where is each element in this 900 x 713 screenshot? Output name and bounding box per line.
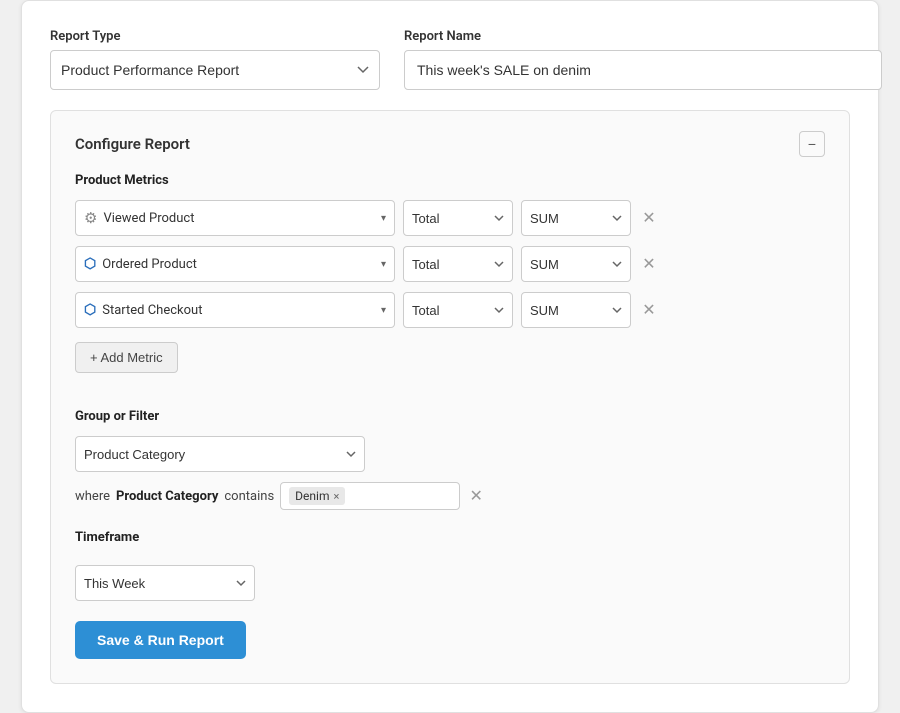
metric-row-3: ⬡ Started Checkout ▾ Started Checkout To… (75, 292, 825, 328)
tag-remove-icon[interactable]: × (333, 490, 339, 503)
filter-field-name: Product Category (116, 489, 218, 504)
tag-value: Denim (295, 489, 329, 503)
timeframe-section: Timeframe This WeekLast WeekLast 30 Days… (75, 530, 825, 601)
report-name-group: Report Name (404, 29, 882, 90)
filter-tag-input[interactable]: Denim × (280, 482, 460, 510)
aggregation-select-3[interactable]: TotalAverageCount (403, 292, 513, 328)
report-type-group: Report Type Product Performance ReportCu… (50, 29, 380, 90)
function-select-3[interactable]: SUMAVGMINMAX (521, 292, 631, 328)
timeframe-select[interactable]: This WeekLast WeekLast 30 DaysLast 90 Da… (75, 565, 255, 601)
metric-select-ordered[interactable]: ⬡ Ordered Product ▾ Ordered Product (75, 246, 395, 282)
metric-row-2: ⬡ Ordered Product ▾ Ordered Product Tota… (75, 246, 825, 282)
report-builder-card: Report Type Product Performance ReportCu… (21, 0, 879, 713)
timeframe-label: Timeframe (75, 530, 825, 545)
collapse-icon: − (808, 136, 816, 152)
product-metrics-label: Product Metrics (75, 173, 825, 188)
collapse-button[interactable]: − (799, 131, 825, 157)
group-filter-section: Group or Filter Product CategoryProduct … (75, 409, 825, 510)
function-select-2[interactable]: SUMAVGMINMAX (521, 246, 631, 282)
where-text: where (75, 489, 110, 504)
aggregation-select-2[interactable]: TotalAverageCount (403, 246, 513, 282)
metric-select-checkout[interactable]: ⬡ Started Checkout ▾ Started Checkout (75, 292, 395, 328)
where-row: where Product Category contains Denim × … (75, 482, 825, 510)
contains-text: contains (224, 489, 274, 504)
top-row: Report Type Product Performance ReportCu… (50, 29, 850, 90)
function-select-1[interactable]: SUMAVGMINMAX (521, 200, 631, 236)
metric-row-1: ⚙ Viewed Product ▾ Viewed Product TotalA… (75, 200, 825, 236)
configure-header: Configure Report − (75, 131, 825, 157)
filter-tag-denim: Denim × (289, 487, 345, 505)
add-metric-button[interactable]: + Add Metric (75, 342, 178, 373)
report-name-input[interactable] (404, 50, 882, 90)
configure-title: Configure Report (75, 135, 190, 153)
remove-filter-btn[interactable]: ✕ (466, 486, 486, 506)
group-filter-label: Group or Filter (75, 409, 825, 424)
aggregation-select-1[interactable]: TotalAverageCount (403, 200, 513, 236)
product-metrics-section: Product Metrics ⚙ Viewed Product ▾ Viewe… (75, 173, 825, 393)
remove-metric-3[interactable]: ✕ (639, 300, 659, 320)
metric-select-viewed[interactable]: ⚙ Viewed Product ▾ Viewed Product (75, 200, 395, 236)
configure-panel: Configure Report − Product Metrics ⚙ Vie… (50, 110, 850, 684)
report-type-select[interactable]: Product Performance ReportCustomer Repor… (50, 50, 380, 90)
remove-metric-2[interactable]: ✕ (639, 254, 659, 274)
remove-metric-1[interactable]: ✕ (639, 208, 659, 228)
save-run-button[interactable]: Save & Run Report (75, 621, 246, 659)
report-type-label: Report Type (50, 29, 380, 44)
report-name-label: Report Name (404, 29, 882, 44)
group-filter-select[interactable]: Product CategoryProduct NameSKU (75, 436, 365, 472)
